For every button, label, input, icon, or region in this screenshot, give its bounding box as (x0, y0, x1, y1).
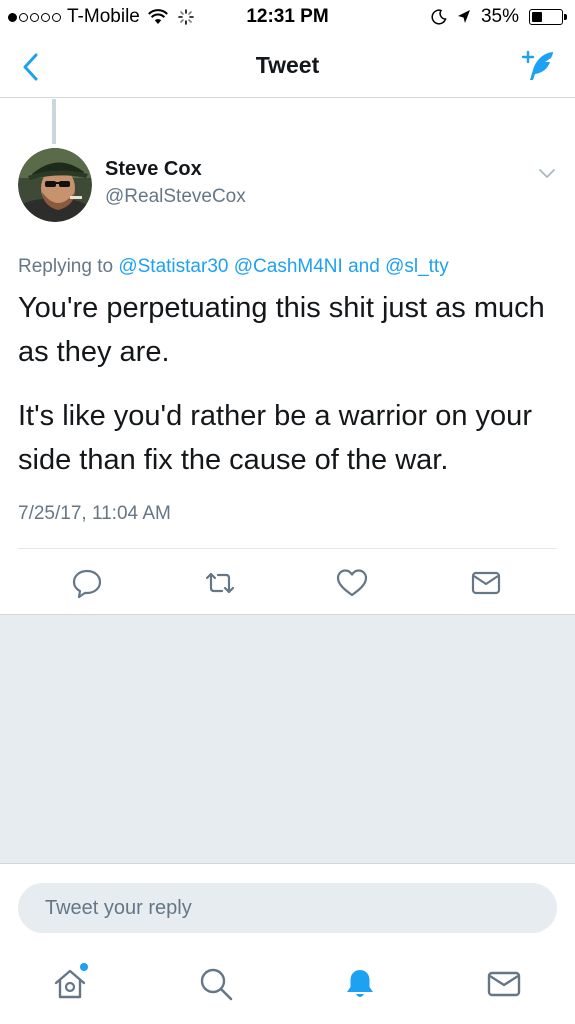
mention-link[interactable]: @sl_tty (385, 256, 449, 277)
replies-area (0, 614, 575, 864)
home-icon[interactable] (52, 966, 88, 1002)
battery-percentage: 35% (480, 6, 519, 27)
do-not-disturb-icon (431, 9, 447, 25)
tweet-actions (0, 560, 575, 606)
battery-icon (529, 9, 567, 25)
reply-input[interactable]: Tweet your reply (18, 883, 557, 933)
mention-joiner: and (348, 256, 380, 277)
battery-level (532, 12, 542, 22)
tweet-timestamp: 7/25/17, 11:04 AM (18, 503, 171, 524)
nav-bar: Tweet (0, 36, 575, 98)
replying-to-label: Replying to (18, 256, 114, 277)
avatar[interactable] (18, 148, 92, 222)
compose-tweet-button[interactable] (517, 46, 557, 86)
tab-bar (0, 950, 575, 1024)
location-icon (457, 10, 470, 23)
page-title: Tweet (255, 52, 320, 78)
mention-link[interactable]: @Statistar30 (118, 256, 228, 277)
mention-link[interactable]: @CashM4NI (234, 256, 343, 277)
tweet-text-paragraph: You're perpetuating this shit just as mu… (18, 292, 545, 368)
like-icon[interactable] (335, 566, 369, 600)
search-icon[interactable] (198, 966, 234, 1002)
status-bar: T-Mobile 12:31 PM 35% (0, 0, 575, 36)
home-new-tweets-badge (80, 963, 88, 971)
messages-icon[interactable] (486, 966, 522, 1002)
chevron-down-icon[interactable] (537, 163, 557, 183)
thread-connector (52, 99, 56, 144)
replying-to-line: Replying to @Statistar30 @CashM4NI and @… (18, 256, 449, 278)
direct-message-icon[interactable] (469, 566, 503, 600)
retweet-icon[interactable] (203, 566, 237, 600)
divider (18, 548, 557, 549)
status-bar-right: 35% (431, 6, 567, 28)
author-handle[interactable]: @RealSteveCox (105, 186, 246, 208)
tweet-text-paragraph: It's like you'd rather be a warrior on y… (18, 400, 532, 476)
notifications-icon[interactable] (342, 966, 378, 1002)
author-name[interactable]: Steve Cox (105, 158, 202, 181)
reply-icon[interactable] (70, 566, 104, 600)
